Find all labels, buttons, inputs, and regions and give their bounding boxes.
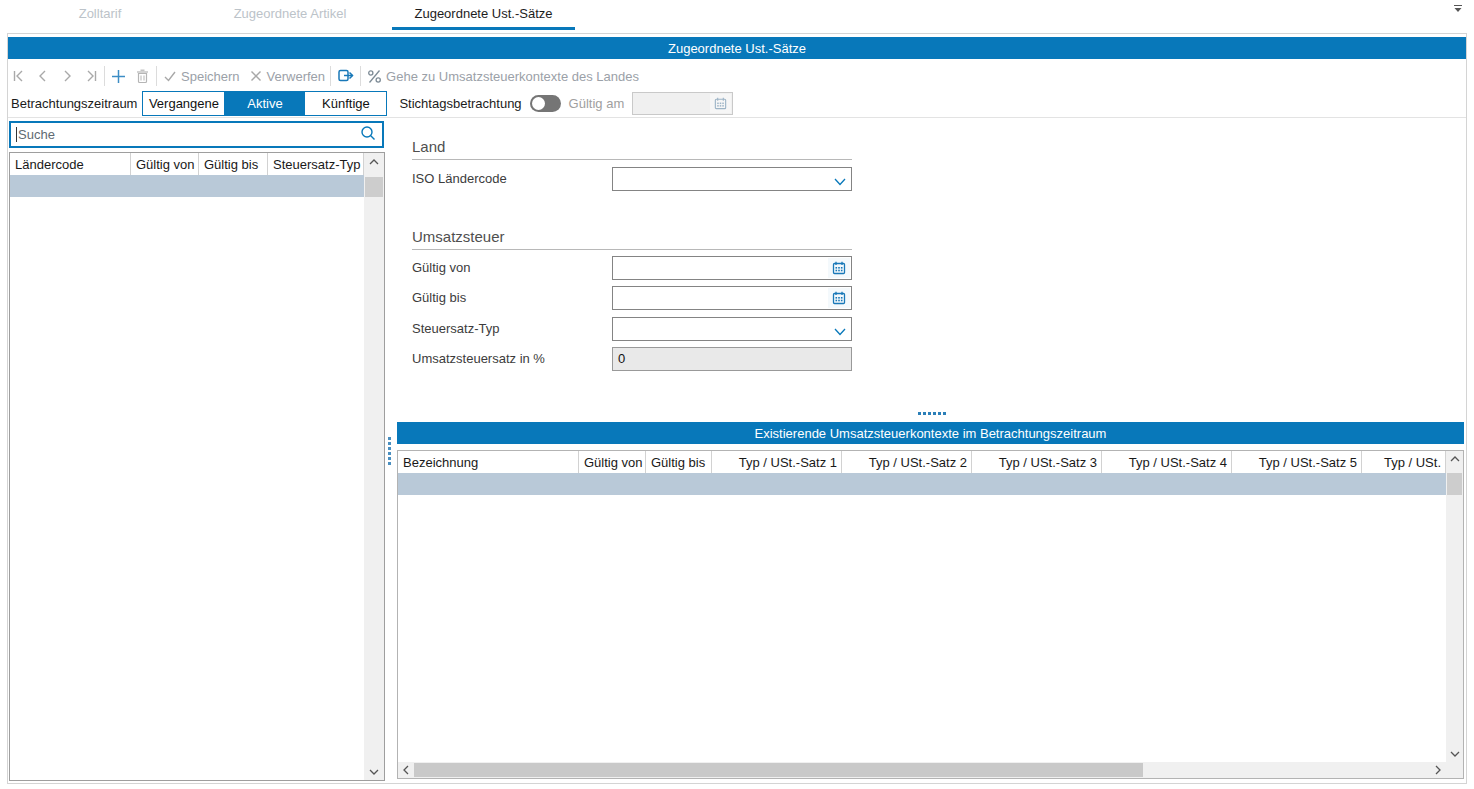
umsatzsteuersatz-value: 0 xyxy=(618,351,625,366)
land-section-line xyxy=(412,159,852,160)
column-header[interactable]: Typ / USt.-Satz 3 xyxy=(972,451,1102,473)
gueltig-von-label: Gültig von xyxy=(412,256,471,280)
panel-title-text: Zugeordnete Ust.-Sätze xyxy=(668,41,806,56)
toolbar-separator xyxy=(104,66,105,86)
gueltig-bis-field[interactable] xyxy=(612,286,852,310)
discard-icon[interactable] xyxy=(248,68,264,84)
calendar-icon[interactable] xyxy=(828,258,850,278)
active-tab-underline xyxy=(392,27,575,30)
segment-vergangene[interactable]: Vergangene xyxy=(143,92,224,115)
bottom-panel-title: Existierende Umsatzsteuerkontexte im Bet… xyxy=(397,422,1464,444)
column-header[interactable]: Gültig bis xyxy=(199,153,268,175)
column-header[interactable]: Steuersatz-Typ xyxy=(268,153,364,175)
calendar-icon xyxy=(710,94,731,113)
scroll-up-icon[interactable] xyxy=(1446,451,1463,467)
tab-zugeordnete-ust-saetze[interactable]: Zugeordnete Ust.-Sätze xyxy=(393,0,574,27)
chevron-down-icon xyxy=(834,174,846,189)
umsatzsteuerkontexte-table: BezeichnungGültig vonGültig bisTyp / USt… xyxy=(397,450,1464,779)
gueltig-von-field[interactable] xyxy=(612,256,852,280)
toggle-knob xyxy=(532,97,545,110)
panel-title: Zugeordnete Ust.-Sätze xyxy=(8,37,1466,59)
search-box[interactable]: Suche xyxy=(9,121,384,148)
umsatzsteuer-section-line xyxy=(412,249,852,250)
umsatzsteuersatz-field: 0 xyxy=(612,347,852,371)
page-root: Zolltarif Zugeordnete Artikel Zugeordnet… xyxy=(0,0,1474,789)
save-button[interactable]: Speichern xyxy=(181,69,240,84)
vertical-splitter-handle[interactable] xyxy=(388,437,391,465)
column-header[interactable]: Bezeichnung xyxy=(398,451,579,473)
toolbar-separator xyxy=(360,66,361,86)
toolbar-bottom-separator xyxy=(8,117,1466,118)
scroll-right-icon[interactable] xyxy=(1430,762,1446,778)
open-record-icon[interactable] xyxy=(336,67,355,85)
bottom-table-header: BezeichnungGültig vonGültig bisTyp / USt… xyxy=(398,451,1463,473)
bottom-table-vscrollbar[interactable] xyxy=(1446,451,1463,778)
scroll-left-icon[interactable] xyxy=(398,762,414,778)
text-cursor xyxy=(16,127,17,142)
column-header[interactable]: Gültig von xyxy=(579,451,646,473)
tab-zolltarif[interactable]: Zolltarif xyxy=(50,0,150,27)
bottom-table-hscrollbar[interactable] xyxy=(398,762,1446,778)
column-header[interactable]: Typ / USt.-Satz 2 xyxy=(842,451,972,473)
tab-zugeordnete-artikel[interactable]: Zugeordnete Artikel xyxy=(215,0,365,27)
iso-laendercode-label: ISO Ländercode xyxy=(412,167,507,191)
gueltig-am-label: Gültig am xyxy=(569,96,625,111)
chevron-down-icon xyxy=(834,324,846,339)
left-table-vscrollbar[interactable] xyxy=(364,153,384,780)
betrachtungszeitraum-label: Betrachtungszeitraum xyxy=(11,96,137,111)
stichtag-toggle[interactable] xyxy=(530,95,561,112)
laendercode-table: LändercodeGültig vonGültig bisSteuersatz… xyxy=(9,152,385,781)
left-table-header: LändercodeGültig vonGültig bisSteuersatz… xyxy=(10,153,384,175)
save-icon[interactable] xyxy=(162,68,178,84)
segment-kuenftige[interactable]: Künftige xyxy=(304,92,386,115)
toolbar-separator xyxy=(156,66,157,86)
calendar-icon[interactable] xyxy=(828,288,850,308)
column-header[interactable]: Typ / USt.-Satz 1 xyxy=(712,451,842,473)
column-header[interactable]: Gültig bis xyxy=(646,451,712,473)
bottom-panel-title-text: Existierende Umsatzsteuerkontexte im Bet… xyxy=(755,426,1107,441)
goto-ust-kontexte-button[interactable]: Gehe zu Umsatzsteuerkontexte des Landes xyxy=(386,69,639,84)
steuersatz-typ-select[interactable] xyxy=(612,317,852,341)
toolbar: Speichern Verwerfen Gehe zu Umsatzsteuer… xyxy=(11,62,639,90)
steuersatz-typ-label: Steuersatz-Typ xyxy=(412,317,499,341)
search-placeholder: Suche xyxy=(18,127,55,142)
land-section-heading: Land xyxy=(412,138,445,155)
filter-row: Betrachtungszeitraum Vergangene Aktive K… xyxy=(11,90,733,116)
scroll-thumb[interactable] xyxy=(1447,473,1462,495)
add-icon[interactable] xyxy=(110,68,127,85)
betrachtungszeitraum-segments: Vergangene Aktive Künftige xyxy=(142,91,387,116)
nav-last-icon[interactable] xyxy=(83,68,99,84)
delete-icon[interactable] xyxy=(134,68,151,85)
column-header[interactable]: Typ / USt.-Satz 4 xyxy=(1102,451,1232,473)
gueltig-am-datefield xyxy=(632,92,733,115)
scroll-thumb[interactable] xyxy=(365,177,383,197)
scroll-down-icon[interactable] xyxy=(364,763,384,780)
scroll-thumb[interactable] xyxy=(414,763,1143,777)
toolbar-separator xyxy=(330,66,331,86)
iso-laendercode-select[interactable] xyxy=(612,167,852,191)
percent-icon[interactable] xyxy=(366,68,383,85)
scroll-down-icon[interactable] xyxy=(1446,746,1463,762)
umsatzsteuer-section-heading: Umsatzsteuer xyxy=(412,228,505,245)
stichtagsbetrachtung-label: Stichtagsbetrachtung xyxy=(399,96,521,111)
column-header[interactable]: Typ / USt.-Satz 5 xyxy=(1232,451,1362,473)
gueltig-bis-label: Gültig bis xyxy=(412,286,466,310)
column-header[interactable]: Ländercode xyxy=(10,153,131,175)
nav-next-icon[interactable] xyxy=(59,68,75,84)
collapse-caret-icon[interactable] xyxy=(1451,2,1465,17)
column-header[interactable]: Gültig von xyxy=(131,153,199,175)
horizontal-splitter-handle[interactable] xyxy=(918,412,946,415)
nav-first-icon[interactable] xyxy=(11,68,27,84)
umsatzsteuersatz-label: Umsatzsteuersatz in % xyxy=(412,347,545,371)
table-row[interactable] xyxy=(398,473,1446,495)
segment-aktive[interactable]: Aktive xyxy=(224,92,304,115)
nav-prev-icon[interactable] xyxy=(35,68,51,84)
discard-button[interactable]: Verwerfen xyxy=(267,69,326,84)
table-row[interactable] xyxy=(10,175,364,197)
scroll-up-icon[interactable] xyxy=(364,153,384,170)
search-icon[interactable] xyxy=(359,124,377,145)
column-header[interactable]: Typ / USt. xyxy=(1362,451,1446,473)
